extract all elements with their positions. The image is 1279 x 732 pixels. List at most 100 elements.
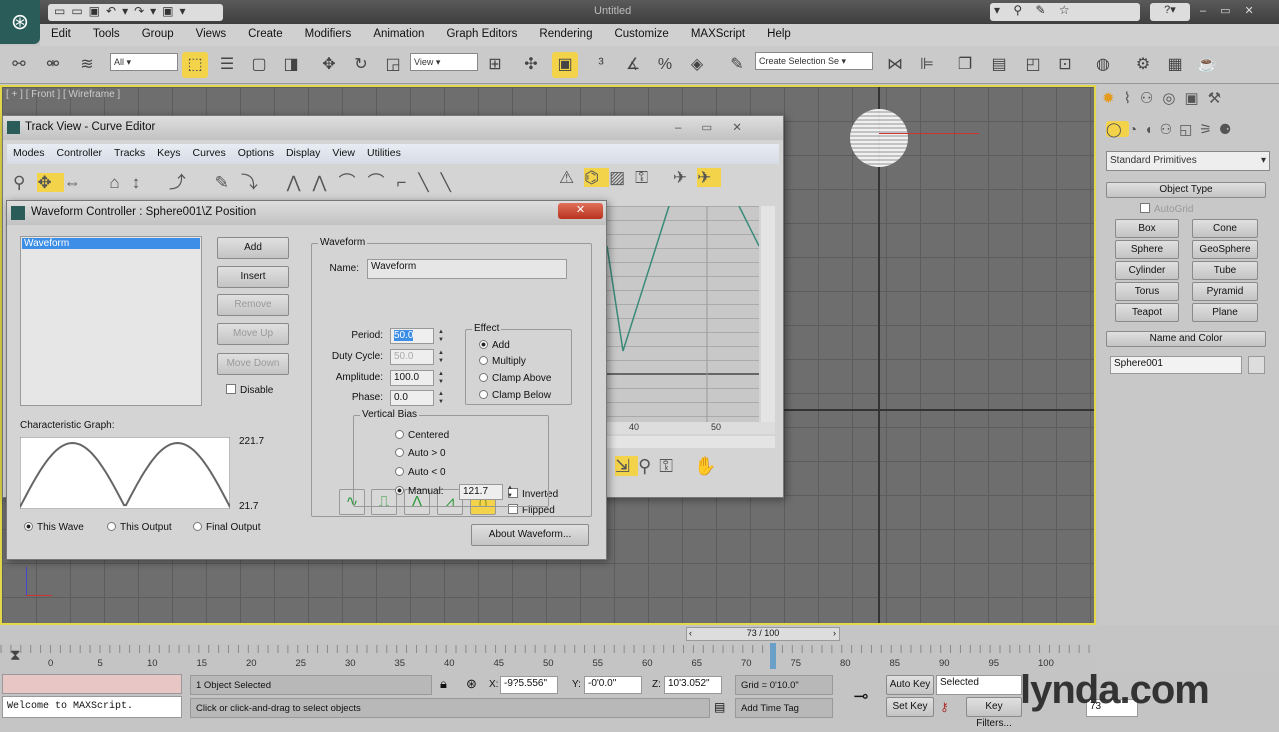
- angle-snap-icon[interactable]: ∡: [620, 52, 646, 78]
- menu-help[interactable]: Help: [756, 24, 802, 46]
- align-icon[interactable]: ⊫: [914, 52, 940, 78]
- create-category-icons[interactable]: ◯◔◖⚇◱⚞⚈: [1106, 121, 1238, 138]
- teapot-button[interactable]: Teapot: [1115, 303, 1179, 322]
- manual-bias-input[interactable]: 121.7: [459, 484, 503, 500]
- key-filters-button[interactable]: Key Filters...: [966, 697, 1022, 729]
- effect-multiply-radio[interactable]: Multiply: [479, 356, 526, 367]
- application-button[interactable]: ⊛: [0, 0, 40, 44]
- z-coordinate-input[interactable]: 10'3.052": [664, 676, 722, 694]
- rotate-icon[interactable]: ↻: [348, 52, 374, 78]
- effect-clamp-below-radio[interactable]: Clamp Below: [479, 390, 551, 401]
- menu-animation[interactable]: Animation: [362, 24, 435, 46]
- list-item[interactable]: Waveform: [22, 238, 200, 249]
- menu-create[interactable]: Create: [237, 24, 294, 46]
- absolute-mode-icon[interactable]: ⊛: [466, 676, 477, 692]
- tube-button[interactable]: Tube: [1192, 261, 1258, 280]
- waveform-name-input[interactable]: Waveform: [367, 259, 567, 279]
- geosphere-button[interactable]: GeoSphere: [1192, 240, 1258, 259]
- ce-menu-tracks[interactable]: Tracks: [108, 144, 151, 164]
- time-tag-icon[interactable]: ▤: [714, 700, 725, 714]
- quick-access-toolbar[interactable]: ▭▭▣↶▾↷▾▣▾: [48, 4, 223, 21]
- autogrid-checkbox[interactable]: AutoGrid: [1140, 203, 1193, 215]
- phase-input[interactable]: 0.0: [390, 390, 434, 406]
- key-mode-dropdown[interactable]: Selected: [936, 675, 1022, 695]
- next-frame-icon[interactable]: ›: [833, 628, 836, 638]
- remove-button[interactable]: Remove: [217, 294, 289, 316]
- menu-group[interactable]: Group: [131, 24, 185, 46]
- bias-centered-radio[interactable]: Centered: [395, 430, 449, 441]
- infocenter-toolbar[interactable]: ▾ ⚲ ✎ ☆: [990, 3, 1140, 21]
- named-selection-set-dropdown[interactable]: Create Selection Se ▾: [755, 52, 873, 70]
- set-key-icon[interactable]: ⊸: [843, 676, 879, 716]
- amplitude-input[interactable]: 100.0: [390, 370, 434, 386]
- set-key-button[interactable]: Set Key: [886, 697, 934, 717]
- cone-button[interactable]: Cone: [1192, 219, 1258, 238]
- amplitude-spinner[interactable]: ▲ ▼: [438, 370, 446, 386]
- curve-graph-area[interactable]: [607, 206, 759, 434]
- rectangular-selection-icon[interactable]: ▢: [246, 52, 272, 78]
- command-panel-tabs[interactable]: ✹⌇⚇◎▣⚒: [1102, 89, 1230, 107]
- reference-coordinate-dropdown[interactable]: View ▾: [410, 53, 478, 71]
- material-editor-icon[interactable]: ◍: [1090, 52, 1116, 78]
- layer-manager-icon[interactable]: ❐: [952, 52, 978, 78]
- schematic-view-icon[interactable]: ⊡: [1052, 52, 1078, 78]
- curve-navigation-tools[interactable]: ⇲⚲⚿ ✋: [615, 456, 724, 477]
- edit-named-selection-icon[interactable]: ✎: [724, 52, 750, 78]
- menu-views[interactable]: Views: [185, 24, 237, 46]
- duty-cycle-spinner[interactable]: ▲ ▼: [438, 349, 446, 365]
- ce-menu-view[interactable]: View: [326, 144, 361, 164]
- menu-edit[interactable]: Edit: [40, 24, 82, 46]
- select-by-name-icon[interactable]: ☰: [214, 52, 240, 78]
- sphere001-object[interactable]: [850, 109, 908, 167]
- snaps-toggle-icon[interactable]: ³: [588, 52, 614, 78]
- select-manipulate-icon[interactable]: ✣: [518, 52, 544, 78]
- rendered-frame-window-icon[interactable]: ▦: [1162, 52, 1188, 78]
- curve-vertical-scrollbar[interactable]: [761, 206, 775, 434]
- ce-menu-display[interactable]: Display: [280, 144, 326, 164]
- time-slider[interactable]: ‹ 73 / 100 ›: [686, 627, 840, 641]
- y-coordinate-input[interactable]: -0'0.0": [584, 676, 642, 694]
- this-wave-radio[interactable]: This Wave: [24, 522, 84, 533]
- curve-editor-toolbar[interactable]: ⚲✥⇔ ⌂↕ ⤴ ✎⤵ ⋀⋀⌒⌒⌐╲╲: [13, 168, 463, 193]
- scale-icon[interactable]: ◲: [380, 52, 406, 78]
- torus-button[interactable]: Torus: [1115, 282, 1179, 301]
- box-button[interactable]: Box: [1115, 219, 1179, 238]
- keyboard-shortcut-override-icon[interactable]: ▣: [552, 52, 578, 78]
- about-waveform-button[interactable]: About Waveform...: [471, 524, 589, 546]
- selection-lock-icon[interactable]: 🔒︎: [440, 676, 447, 692]
- curve-editor-icon[interactable]: ◰: [1020, 52, 1046, 78]
- bias-auto-negative-radio[interactable]: Auto < 0: [395, 467, 446, 478]
- curve-editor-toolbar-right[interactable]: ⚠⌬▨⚿ ✈✈: [559, 168, 722, 188]
- menu-graph-editors[interactable]: Graph Editors: [435, 24, 528, 46]
- phase-spinner[interactable]: ▲ ▼: [438, 390, 446, 406]
- effect-add-radio[interactable]: Add: [479, 340, 510, 351]
- select-object-icon[interactable]: ⬚: [182, 52, 208, 78]
- bias-manual-radio[interactable]: Manual:: [395, 486, 444, 497]
- ce-menu-controller[interactable]: Controller: [51, 144, 109, 164]
- maxscript-output[interactable]: Welcome to MAXScript.: [2, 696, 182, 718]
- current-frame-marker[interactable]: [770, 643, 776, 669]
- primitive-category-dropdown[interactable]: Standard Primitives ▾: [1106, 151, 1270, 171]
- key-icon[interactable]: ⚷: [940, 700, 949, 714]
- window-controls[interactable]: –▭✕: [1200, 4, 1275, 17]
- ce-menu-keys[interactable]: Keys: [151, 144, 186, 164]
- menu-customize[interactable]: Customize: [603, 24, 679, 46]
- object-type-rollout[interactable]: Object Type: [1106, 182, 1266, 198]
- effect-clamp-above-radio[interactable]: Clamp Above: [479, 373, 551, 384]
- help-icon[interactable]: ?▾: [1150, 3, 1190, 21]
- period-spinner[interactable]: ▲ ▼: [438, 328, 446, 344]
- plane-button[interactable]: Plane: [1192, 303, 1258, 322]
- period-input[interactable]: 50.0: [390, 328, 434, 344]
- insert-button[interactable]: Insert: [217, 266, 289, 288]
- add-button[interactable]: Add: [217, 237, 289, 259]
- bind-space-warp-icon[interactable]: ≋: [74, 52, 100, 78]
- unlink-icon[interactable]: ⚮: [40, 52, 66, 78]
- this-output-radio[interactable]: This Output: [107, 522, 172, 533]
- ce-menu-modes[interactable]: Modes: [7, 144, 51, 164]
- pivot-center-icon[interactable]: ⊞: [482, 52, 508, 78]
- ce-menu-utilities[interactable]: Utilities: [361, 144, 407, 164]
- render-setup-icon[interactable]: ⚙: [1130, 52, 1156, 78]
- percent-snap-icon[interactable]: %: [652, 52, 678, 78]
- waveform-list[interactable]: Waveform: [20, 236, 202, 406]
- viewport-label[interactable]: [ + ] [ Front ] [ Wireframe ]: [6, 89, 120, 100]
